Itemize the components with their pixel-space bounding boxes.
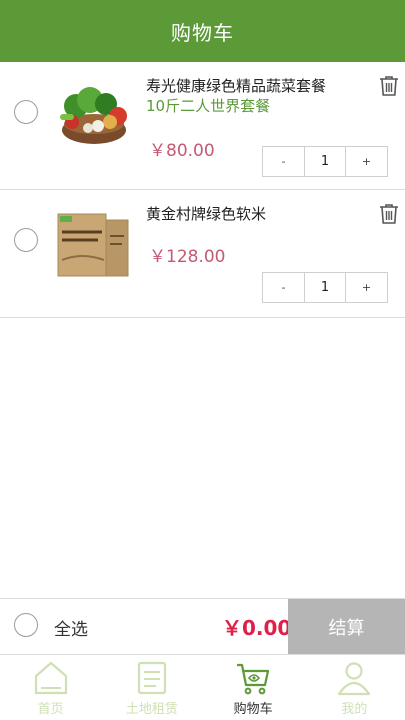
cart-item: 黄金村牌绿色软米 ￥128.00 - 1 + [0, 190, 405, 318]
bottom-tab-bar: 首页 土地租赁 购物车 我的 [0, 654, 405, 720]
increase-button[interactable]: + [346, 273, 387, 302]
vegetable-basket-image [60, 87, 127, 144]
user-icon [338, 662, 371, 696]
rice-box-image [57, 213, 129, 277]
item-variant: 10斤二人世界套餐 [146, 97, 271, 115]
item-price: ￥128.00 [149, 247, 226, 267]
tab-profile-label: 我的 [341, 702, 368, 717]
tab-cart[interactable]: 购物车 [203, 655, 304, 720]
select-all-label[interactable]: 全选 [54, 615, 88, 640]
quantity-value[interactable]: 1 [304, 147, 346, 176]
page-title: 购物车 [171, 20, 234, 45]
decrease-button[interactable]: - [263, 147, 304, 176]
quantity-value[interactable]: 1 [304, 273, 346, 302]
tab-profile[interactable]: 我的 [304, 655, 405, 720]
cart-item: 寿光健康绿色精品蔬菜套餐 10斤二人世界套餐 ￥80.00 - 1 + [0, 62, 405, 190]
tab-land-lease-label: 土地租赁 [125, 702, 178, 717]
trash-icon[interactable] [377, 202, 401, 226]
item-select-radio[interactable] [14, 228, 38, 252]
tab-home[interactable]: 首页 [0, 655, 101, 720]
trash-icon[interactable] [377, 74, 401, 98]
checkout-button[interactable]: 结算 [288, 599, 405, 655]
tab-land-lease[interactable]: 土地租赁 [101, 655, 202, 720]
quantity-stepper: - 1 + [262, 146, 388, 177]
item-select-radio[interactable] [14, 100, 38, 124]
tab-home-label: 首页 [37, 702, 64, 717]
item-name: 寿光健康绿色精品蔬菜套餐 [146, 77, 327, 95]
increase-button[interactable]: + [346, 147, 387, 176]
item-name: 黄金村牌绿色软米 [146, 205, 267, 223]
item-price: ￥80.00 [149, 141, 215, 161]
decrease-button[interactable]: - [263, 273, 304, 302]
quantity-stepper: - 1 + [262, 272, 388, 303]
cart-icon [237, 663, 270, 695]
select-all-radio[interactable] [14, 613, 38, 637]
home-icon [34, 661, 67, 695]
top-header: 购物车 [0, 0, 405, 62]
tab-cart-label: 购物车 [233, 702, 273, 717]
checkout-bar: 全选 ￥0.00 结算 [0, 598, 405, 655]
land-lease-icon [137, 661, 166, 695]
total-price: ￥0.00 [222, 616, 292, 640]
